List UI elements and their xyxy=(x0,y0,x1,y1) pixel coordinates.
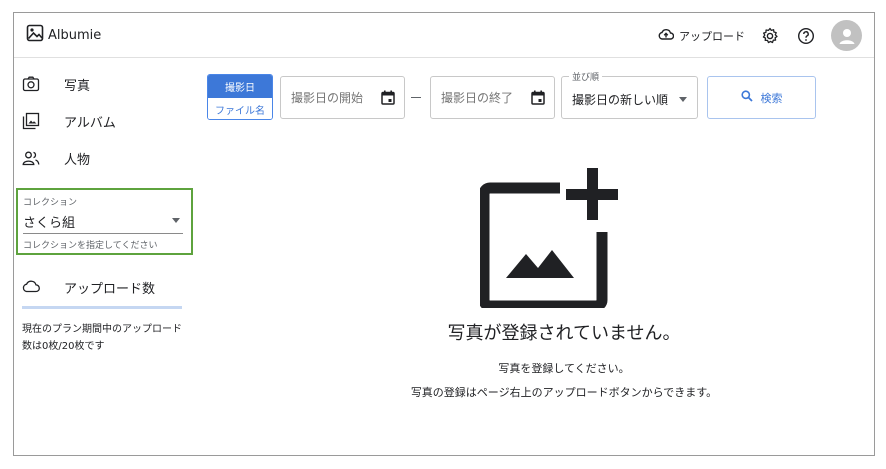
end-date-placeholder: 撮影日の終了 xyxy=(441,91,514,105)
chevron-down-icon[interactable] xyxy=(172,218,180,223)
logo-icon xyxy=(26,24,44,46)
empty-state-line-2: 写真の登録はページ右上のアップロードボタンからできます。 xyxy=(410,386,718,399)
photo-library-icon xyxy=(22,112,40,130)
camera-icon xyxy=(22,75,40,93)
sidebar-item-people[interactable]: 人物 xyxy=(22,146,90,170)
end-date-field[interactable]: 撮影日の終了 xyxy=(430,76,555,119)
upload-count-heading: アップロード数 xyxy=(22,278,155,297)
add-photo-icon xyxy=(478,168,620,312)
sort-order-select[interactable]: 並び順 撮影日の新しい順 xyxy=(561,70,698,119)
sidebar-item-photos[interactable]: 写真 xyxy=(22,72,90,96)
account-icon[interactable] xyxy=(831,20,862,51)
upload-progress-bar xyxy=(22,306,182,309)
cloud-upload-icon xyxy=(658,28,675,43)
start-date-field[interactable]: 撮影日の開始 xyxy=(280,76,405,119)
sidebar-item-albums[interactable]: アルバム xyxy=(22,109,116,133)
app-name: Albumie xyxy=(48,27,102,43)
search-button-label: 検索 xyxy=(760,91,783,105)
app-logo[interactable]: Albumie xyxy=(26,24,101,46)
calendar-icon[interactable] xyxy=(381,90,395,109)
sidebar-item-label: 写真 xyxy=(64,78,91,94)
sidebar-item-label: アルバム xyxy=(64,115,116,131)
empty-state-title: 写真が登録されていません。 xyxy=(447,323,681,344)
upload-label: アップロード xyxy=(679,29,745,43)
start-date-placeholder: 撮影日の開始 xyxy=(291,91,364,105)
people-icon xyxy=(22,149,40,167)
sidebar-item-label: 人物 xyxy=(64,152,91,168)
collection-helper-text: コレクションを指定してください xyxy=(23,241,158,251)
toggle-shooting-date[interactable]: 撮影日 xyxy=(208,75,272,98)
upload-count-label: アップロード数 xyxy=(64,282,156,297)
search-icon xyxy=(740,90,753,105)
top-bar: Albumie アップロード xyxy=(14,13,874,58)
date-range-separator xyxy=(411,97,421,98)
collection-underline xyxy=(23,233,183,234)
app-window: Albumie アップロード 写真 アルバム 人物 コレクション さくら組 コレ… xyxy=(13,12,875,456)
sort-order-value: 撮影日の新しい順 xyxy=(572,93,669,107)
toggle-file-name[interactable]: ファイル名 xyxy=(208,98,272,119)
empty-state-line-1: 写真を登録してください。 xyxy=(498,362,630,375)
search-button[interactable]: 検索 xyxy=(707,76,816,119)
collection-value: さくら組 xyxy=(23,216,76,231)
cloud-icon xyxy=(22,279,40,297)
collection-label: コレクション xyxy=(23,198,78,208)
upload-count-note: 現在のプラン期間中のアップロード数は0枚/20枚です xyxy=(22,324,182,352)
sidebar: 写真 アルバム 人物 コレクション さくら組 コレクションを指定してください ア… xyxy=(14,59,194,455)
chevron-down-icon[interactable] xyxy=(679,97,687,102)
upload-button[interactable]: アップロード xyxy=(658,28,745,44)
sort-order-label: 並び順 xyxy=(569,70,603,83)
gear-icon[interactable] xyxy=(759,25,781,47)
collection-select[interactable]: コレクション さくら組 コレクションを指定してください xyxy=(16,188,193,255)
calendar-icon[interactable] xyxy=(531,90,545,109)
help-icon[interactable] xyxy=(795,25,817,47)
search-mode-toggle: 撮影日 ファイル名 xyxy=(207,74,273,120)
